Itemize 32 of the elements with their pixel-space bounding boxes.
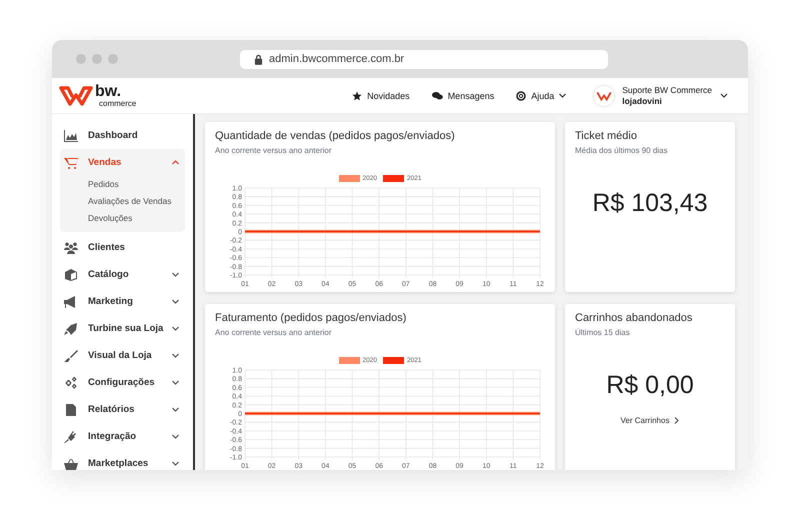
card-title: Carrinhos abandonados xyxy=(575,312,694,324)
submenu-item[interactable]: Pedidos xyxy=(60,176,185,193)
sidebar-item[interactable]: Visual da Loja xyxy=(60,342,185,369)
card-title: Quantidade de vendas (pedidos pagos/enviados) xyxy=(215,130,456,142)
view-carts-link[interactable]: Ver Carrinhos xyxy=(620,416,680,425)
card-subtitle: Média dos últimos 90 dias xyxy=(575,146,668,155)
submenu-item[interactable]: Avaliações de Vendas xyxy=(60,193,185,210)
address-bar[interactable]: admin.bwcommerce.com.br xyxy=(240,50,608,68)
sidebar-item[interactable]: Dashboard xyxy=(60,122,185,149)
user-menu[interactable]: Suporte BW Commerce lojadovini xyxy=(594,85,728,106)
card-title: Ticket médio xyxy=(575,130,638,142)
sidebar-item[interactable]: Turbine sua Loja xyxy=(60,315,185,342)
sidebar-item[interactable]: Vendas xyxy=(60,149,185,176)
card-subtitle: Últimos 15 dias xyxy=(575,328,631,337)
sidebar-item[interactable]: Integração xyxy=(60,423,185,450)
nav-link[interactable]: Novidades xyxy=(352,90,410,100)
sidebar-item[interactable]: Configurações xyxy=(60,369,185,396)
logo-name: bw. xyxy=(95,84,122,100)
sidebar-item[interactable]: Clientes xyxy=(60,234,185,261)
sidebar-item[interactable]: Marketplaces xyxy=(60,450,185,470)
stat-value: R$ 0,00 xyxy=(605,371,695,400)
nav-link[interactable]: Ajuda xyxy=(516,90,566,100)
sidebar-item[interactable]: Catálogo xyxy=(60,261,185,288)
submenu-item[interactable]: Devoluções xyxy=(60,210,185,227)
card-subtitle: Ano corrente versus ano anterior xyxy=(215,146,333,155)
sidebar-item[interactable]: Marketing xyxy=(60,288,185,315)
sidebar-item[interactable]: Relatórios xyxy=(60,396,185,423)
stat-value: R$ 103,43 xyxy=(591,189,709,218)
card-subtitle: Ano corrente versus ano anterior xyxy=(215,328,333,337)
card-title: Faturamento (pedidos pagos/enviados) xyxy=(215,312,408,324)
logo-tagline: commerce xyxy=(99,100,136,108)
nav-link[interactable]: Mensagens xyxy=(432,90,494,100)
